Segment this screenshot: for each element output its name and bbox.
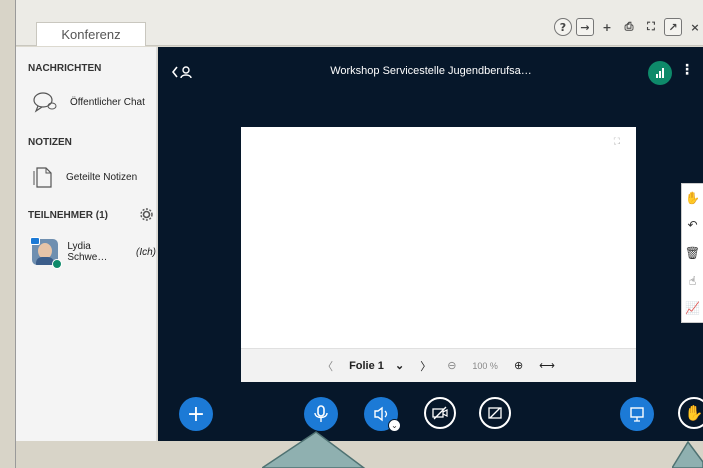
chat-icon <box>33 92 57 113</box>
external-icon[interactable]: ↗ <box>664 18 682 36</box>
undo-icon[interactable]: ↶ <box>687 218 697 232</box>
sidebar-item-shared-notes[interactable]: Geteilte Notizen <box>32 165 137 189</box>
hand-tool-icon[interactable]: ✋ <box>685 191 700 205</box>
actions-button[interactable]: + <box>179 397 213 431</box>
slide-label: Folie 1 <box>349 360 384 372</box>
audio-settings-button[interactable]: ⌄ <box>388 419 401 432</box>
next-slide-button[interactable]: 〉 <box>420 358 431 374</box>
print-icon[interactable]: ⎙ <box>620 18 638 36</box>
participant-item[interactable]: Lydia Schwe… (Ich) <box>30 237 156 269</box>
line-chart-icon[interactable]: 📈 <box>685 301 700 315</box>
add-user-icon[interactable]: + <box>598 18 616 36</box>
meeting-title: Workshop Servicestelle Jugendberufsa… <box>330 65 532 77</box>
multi-user-icon[interactable]: ☝ <box>689 274 696 288</box>
presentation-area: Workshop Servicestelle Jugendberufsa… ⋮ … <box>158 47 703 441</box>
options-menu-button[interactable]: ⋮ <box>680 62 694 78</box>
zoom-in-button[interactable]: ⊕ <box>514 359 523 372</box>
notes-icon <box>33 167 52 188</box>
connection-status-button[interactable] <box>648 61 672 85</box>
sidebar: NACHRICHTEN Öffentlicher Chat NOTIZEN Ge… <box>16 47 157 441</box>
screenshare-button[interactable] <box>479 397 511 429</box>
participant-self-label: (Ich) <box>136 246 156 258</box>
signal-icon <box>656 68 664 78</box>
raise-hand-button[interactable]: ✋ <box>678 397 703 429</box>
gear-icon[interactable] <box>140 208 153 221</box>
plus-icon: + <box>186 401 206 427</box>
shared-notes-label: Geteilte Notizen <box>66 171 138 183</box>
slide-controls: 〈 Folie 1 ⌄ 〉 ⊖ 100 % ⊕ ⟷ <box>241 348 636 382</box>
chevron-down-icon: ⌄ <box>394 360 405 372</box>
exit-icon[interactable]: → <box>576 18 594 36</box>
camera-off-icon <box>432 406 448 420</box>
top-toolbar: Konferenz ? → + ⎙ ⛶ ↗ × <box>16 0 703 46</box>
screenshare-off-icon <box>488 407 502 419</box>
slide-selector[interactable]: Folie 1 ⌄ <box>349 359 404 372</box>
tab-konferenz[interactable]: Konferenz <box>36 22 146 46</box>
callout-arrow-right <box>672 440 703 468</box>
callout-arrow-left <box>262 431 366 468</box>
trash-icon[interactable]: 🗑 <box>685 246 700 260</box>
participants-section-title: TEILNEHMER (1) <box>28 210 108 221</box>
hand-icon: ✋ <box>684 404 703 422</box>
fit-width-button[interactable]: ⟷ <box>539 359 555 372</box>
zoom-out-button[interactable]: ⊖ <box>447 359 456 372</box>
zoom-level: 100 % <box>472 360 498 371</box>
toolbar-icons: ? → + ⎙ ⛶ ↗ × <box>554 18 703 36</box>
app-frame: Konferenz ? → + ⎙ ⛶ ↗ × NACHRICHTEN Öffe… <box>15 0 703 468</box>
moderator-badge-icon <box>52 259 62 269</box>
presentation-icon <box>630 407 644 422</box>
presenter-badge-icon <box>30 237 40 245</box>
close-icon[interactable]: × <box>686 18 703 36</box>
sidebar-item-public-chat[interactable]: Öffentlicher Chat <box>32 91 145 113</box>
expand-icon[interactable]: ⛶ <box>642 18 660 36</box>
camera-button[interactable] <box>424 397 456 429</box>
previous-slide-button[interactable]: 〈 <box>322 358 333 374</box>
presentation-slide[interactable]: ⛶ <box>241 127 636 348</box>
speaker-icon <box>374 406 388 422</box>
microphone-icon <box>314 405 328 422</box>
help-icon[interactable]: ? <box>554 18 572 36</box>
whiteboard-toolbar: ✋ ↶ 🗑 ☝ 📈 <box>681 183 703 323</box>
notes-section-title: NOTIZEN <box>28 137 72 148</box>
public-chat-label: Öffentlicher Chat <box>70 96 145 108</box>
avatar <box>30 237 62 269</box>
fullscreen-icon[interactable]: ⛶ <box>614 137 620 147</box>
participant-name: Lydia Schwe… <box>67 241 108 263</box>
presentation-toggle-button[interactable] <box>620 397 654 431</box>
microphone-button[interactable] <box>304 397 338 431</box>
messages-section-title: NACHRICHTEN <box>28 63 102 74</box>
chevron-down-icon: ⌄ <box>391 421 398 430</box>
